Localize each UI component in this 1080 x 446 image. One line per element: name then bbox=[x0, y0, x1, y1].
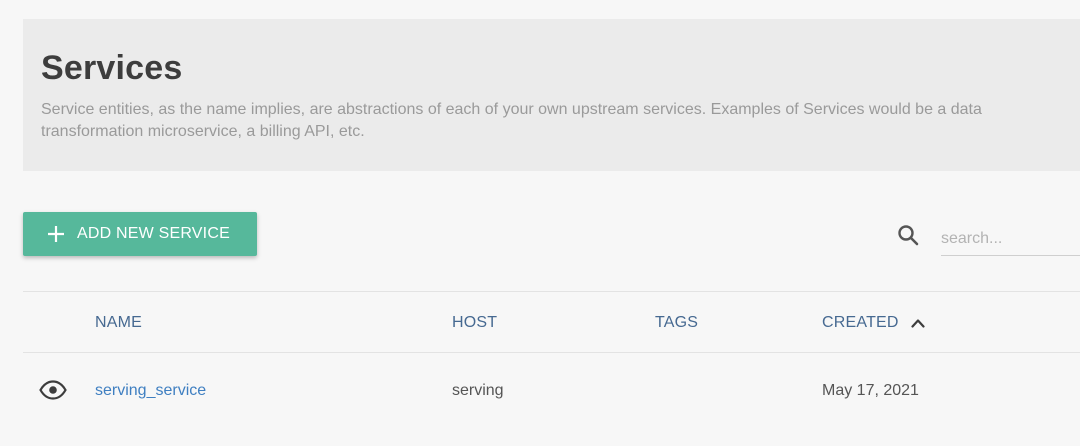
table-row: serving_service serving May 17, 2021 bbox=[23, 353, 1080, 429]
add-new-service-button[interactable]: ADD NEW SERVICE bbox=[23, 212, 257, 256]
column-header-name[interactable]: NAME bbox=[95, 292, 142, 354]
page-description: Service entities, as the name implies, a… bbox=[41, 101, 982, 140]
table-header: NAME HOST TAGS CREATED bbox=[23, 291, 1080, 353]
services-page: Services Service entities, as the name i… bbox=[0, 0, 1080, 446]
add-new-service-label: ADD NEW SERVICE bbox=[77, 225, 230, 242]
search-icon[interactable] bbox=[896, 223, 920, 247]
service-name-link[interactable]: serving_service bbox=[95, 353, 206, 429]
service-host: serving bbox=[452, 382, 504, 399]
chevron-up-icon[interactable] bbox=[911, 318, 925, 328]
page-title: Services bbox=[41, 49, 183, 87]
eye-icon[interactable] bbox=[39, 380, 67, 400]
services-table: NAME HOST TAGS CREATED serving_service s… bbox=[23, 291, 1080, 429]
service-created-date: May 17, 2021 bbox=[822, 382, 919, 399]
search-input[interactable] bbox=[941, 222, 1080, 256]
column-header-host[interactable]: HOST bbox=[452, 292, 497, 354]
column-header-created-label: CREATED bbox=[822, 314, 899, 331]
column-header-created[interactable]: CREATED bbox=[822, 292, 925, 354]
page-header: Services Service entities, as the name i… bbox=[23, 19, 1080, 171]
plus-icon bbox=[48, 226, 64, 242]
column-header-tags[interactable]: TAGS bbox=[655, 292, 698, 354]
